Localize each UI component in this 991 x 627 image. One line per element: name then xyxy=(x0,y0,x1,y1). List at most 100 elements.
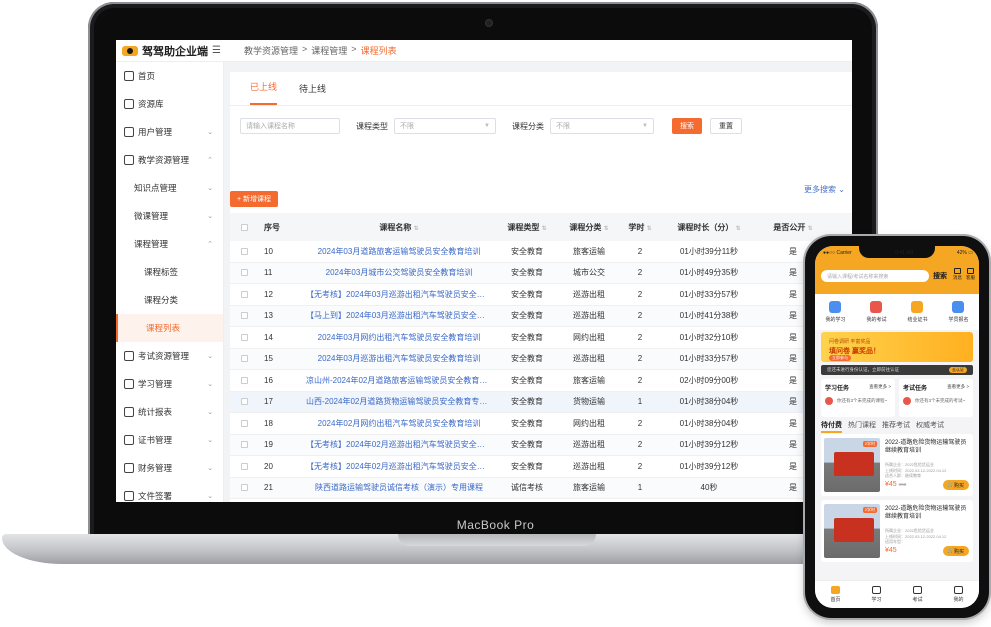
table-row[interactable]: 12 【无考核】2024年03月巡游出租汽车驾驶员安全教育培训 安全教育 巡游出租 2 0… xyxy=(230,284,852,306)
row-checkbox[interactable] xyxy=(240,484,248,492)
row-checkbox[interactable] xyxy=(240,333,248,341)
sidebar-item[interactable]: 课程列表 xyxy=(116,314,223,342)
cell-name[interactable]: 【无考核】2024年03月巡游出租汽车驾驶员安全教育培训 xyxy=(302,289,496,300)
cell-name[interactable]: 2024年03月道路旅客运输驾驶员安全教育培训 xyxy=(302,246,496,257)
table-row[interactable]: 16 凉山州-2024年02月道路旅客运输驾驶员安全教育培训 安全教育 旅客运输 2 02… xyxy=(230,370,852,392)
table-row[interactable]: 19 【无考核】2024年02月巡游出租汽车驾驶员安全教育培训 安全教育 巡游出租 2 0… xyxy=(230,434,852,456)
cell-name[interactable]: 凉山州-2024年02月道路旅客运输驾驶员安全教育培训 xyxy=(302,375,496,386)
tab-hot-courses[interactable]: 热门课程 xyxy=(848,420,876,433)
exam-task-card[interactable]: 考试任务 查看更多 > 你还有3个未完成的考试~ xyxy=(899,379,973,417)
sidebar-item[interactable]: 文件签署 ⌄ xyxy=(116,482,223,502)
sidebar-item[interactable]: 证书管理 ⌄ xyxy=(116,426,223,454)
phone-icon[interactable]: 客服 xyxy=(966,268,975,281)
row-checkbox[interactable] xyxy=(240,419,248,427)
breadcrumb-item[interactable]: 课程管理 xyxy=(311,44,347,57)
sidebar-item[interactable]: 首页 xyxy=(116,62,223,90)
row-checkbox[interactable] xyxy=(240,312,248,320)
cell-name[interactable]: 【马上到】2024年03月巡游出租汽车驾驶员安全教育培训 xyxy=(302,310,496,321)
sidebar-item[interactable]: 知识点管理 ⌄ xyxy=(116,174,223,202)
message-icon[interactable]: 消息 xyxy=(953,268,962,281)
sidebar-item[interactable]: 用户管理 ⌄ xyxy=(116,118,223,146)
header-category[interactable]: 课程分类 ⇅ xyxy=(558,222,620,233)
sidebar-item[interactable]: 统计报表 ⌄ xyxy=(116,398,223,426)
table-row[interactable]: 17 山西-2024年02月道路货物运输驾驶员安全教育专用培训 安全教育 货物运输 1 0… xyxy=(230,391,852,413)
table-row[interactable]: 222024年02月道路危险货物运输驾驶员安全教育培训安全教育危货运输202小时… xyxy=(230,499,852,502)
row-checkbox[interactable] xyxy=(240,247,248,255)
menu-toggle-icon[interactable]: ☰ xyxy=(212,45,221,56)
phone-menu-item[interactable]: 结业证书 xyxy=(907,301,928,323)
cell-name[interactable]: 2024年03月网约出租汽车驾驶员安全教育培训 xyxy=(302,332,496,343)
sidebar-item[interactable]: 教学资源管理 ⌃ xyxy=(116,146,223,174)
row-checkbox[interactable] xyxy=(240,290,248,298)
phone-menu-item[interactable]: 学员报名 xyxy=(948,301,969,323)
tab-authority-exams[interactable]: 权威考试 xyxy=(916,420,944,433)
tab-unpaid[interactable]: 待付费 xyxy=(821,420,842,433)
sidebar-item[interactable]: 学习管理 ⌄ xyxy=(116,370,223,398)
table-row[interactable]: 21 陕西道路运输驾驶员诚信考核（演示）专用课程 诚信考核 旅客运输 1 40秒是 xyxy=(230,477,852,499)
table-row[interactable]: 18 2024年02月网约出租汽车驾驶员安全教育培训 安全教育 网约出租 2 01小时38… xyxy=(230,413,852,435)
banner-join-button[interactable]: 立即参与 xyxy=(829,355,851,361)
sidebar-item[interactable]: 课程分类 xyxy=(116,286,223,314)
bottom-nav-item[interactable]: 学习 xyxy=(871,586,882,603)
phone-menu-item[interactable]: 我的考试 xyxy=(866,301,887,323)
header-duration[interactable]: 课程时长（分） ⇅ xyxy=(660,222,758,233)
row-checkbox[interactable] xyxy=(240,376,248,384)
course-name-input[interactable]: 请输入课程名称 xyxy=(240,118,340,134)
phone-search-input[interactable]: 请输入课程/考试名称来搜索 xyxy=(821,270,929,282)
row-checkbox[interactable] xyxy=(240,398,248,406)
course-category-select[interactable]: 不限 ▼ xyxy=(550,118,654,134)
select-all-checkbox[interactable] xyxy=(240,223,248,231)
sidebar-item[interactable]: 课程标签 xyxy=(116,258,223,286)
header-type[interactable]: 课程类型 ⇅ xyxy=(496,222,558,233)
tab-online[interactable]: 已上线 xyxy=(250,80,278,105)
buy-button[interactable]: 🛒 购买 xyxy=(942,480,969,490)
header-public[interactable]: 是否公开 ⇅ xyxy=(758,222,828,233)
bottom-nav-item[interactable]: 考试 xyxy=(912,586,923,603)
add-course-button[interactable]: + 新增课程 xyxy=(230,191,279,207)
study-task-card[interactable]: 学习任务 查看更多 > 你还有3个未完成的课程~ xyxy=(821,379,895,417)
table-row[interactable]: 10 2024年03月道路旅客运输驾驶员安全教育培训 安全教育 旅客运输 2 01小时39… xyxy=(230,241,852,263)
table-row[interactable]: 13 【马上到】2024年03月巡游出租汽车驾驶员安全教育培训 安全教育 巡游出租 2 0… xyxy=(230,305,852,327)
course-card[interactable]: 2学时 2022-道路危险货物运输驾驶员继续教育培训 所属企业：2022危险货运业上… xyxy=(821,434,973,496)
row-checkbox[interactable] xyxy=(240,441,248,449)
table-row[interactable]: 11 2024年03月城市公交驾驶员安全教育培训 安全教育 城市公交 2 01小时49分3… xyxy=(230,262,852,284)
tab-pending[interactable]: 待上线 xyxy=(299,82,326,105)
table-row[interactable]: 20 【无考核】2024年02月巡游出租汽车驾驶员安全教育培训 安全教育 巡游出租 2 0… xyxy=(230,456,852,478)
graduation-cap-icon xyxy=(124,155,134,165)
phone-search-button[interactable]: 搜索 xyxy=(933,271,947,281)
table-row[interactable]: 14 2024年03月网约出租汽车驾驶员安全教育培训 安全教育 网约出租 2 01小时32… xyxy=(230,327,852,349)
sidebar-item[interactable]: 财务管理 ⌄ xyxy=(116,454,223,482)
verify-button[interactable]: 去认证 xyxy=(949,367,967,373)
more-search-link[interactable]: 更多搜索 ⌄ xyxy=(804,184,845,195)
sidebar-item[interactable]: 课程管理 ⌃ xyxy=(116,230,223,258)
cell-name[interactable]: 陕西道路运输驾驶员诚信考核（演示）专用课程 xyxy=(302,482,496,493)
row-checkbox[interactable] xyxy=(240,462,248,470)
bottom-nav-item[interactable]: 我的 xyxy=(953,586,964,603)
view-more-link[interactable]: 查看更多 > xyxy=(869,384,891,390)
row-checkbox[interactable] xyxy=(240,355,248,363)
header-name[interactable]: 课程名称 ⇅ xyxy=(302,222,496,233)
tab-recommended-exams[interactable]: 推荐考试 xyxy=(882,420,910,433)
view-more-link[interactable]: 查看更多 > xyxy=(947,384,969,390)
sidebar-item[interactable]: 考试资源管理 ⌄ xyxy=(116,342,223,370)
course-type-select[interactable]: 不限 ▼ xyxy=(394,118,496,134)
cell-name[interactable]: 2024年03月巡游出租汽车驾驶员安全教育培训 xyxy=(302,353,496,364)
cell-name[interactable]: 2024年02月网约出租汽车驾驶员安全教育培训 xyxy=(302,418,496,429)
cell-name[interactable]: 山西-2024年02月道路货物运输驾驶员安全教育专用培训 xyxy=(302,396,496,407)
header-hours[interactable]: 学时 ⇅ xyxy=(620,222,660,233)
search-button[interactable]: 搜索 xyxy=(672,118,702,134)
buy-button[interactable]: 🛒 购买 xyxy=(942,546,969,556)
cell-name[interactable]: 【无考核】2024年02月巡游出租汽车驾驶员安全教育培训 xyxy=(302,439,496,450)
sidebar-item[interactable]: 微课管理 ⌄ xyxy=(116,202,223,230)
breadcrumb-item[interactable]: 教学资源管理 xyxy=(244,44,298,57)
table-row[interactable]: 15 2024年03月巡游出租汽车驾驶员安全教育培训 安全教育 巡游出租 2 01小时33… xyxy=(230,348,852,370)
course-card[interactable]: 2学时 2022-道路危险货物运输驾驶员继续教育培训 所属企业：2022危险货运业上… xyxy=(821,500,973,562)
phone-menu-item[interactable]: 我的学习 xyxy=(825,301,846,323)
sidebar-item[interactable]: 资源库 xyxy=(116,90,223,118)
bottom-nav-item[interactable]: 首页 xyxy=(830,586,841,603)
promo-banner[interactable]: 问卷调研 丰富奖品 填问卷 赢奖品！ 立即参与 xyxy=(821,332,973,362)
reset-button[interactable]: 重置 xyxy=(710,118,742,134)
row-checkbox[interactable] xyxy=(240,269,248,277)
cell-name[interactable]: 【无考核】2024年02月巡游出租汽车驾驶员安全教育培训 xyxy=(302,461,496,472)
cell-name[interactable]: 2024年03月城市公交驾驶员安全教育培训 xyxy=(302,267,496,278)
